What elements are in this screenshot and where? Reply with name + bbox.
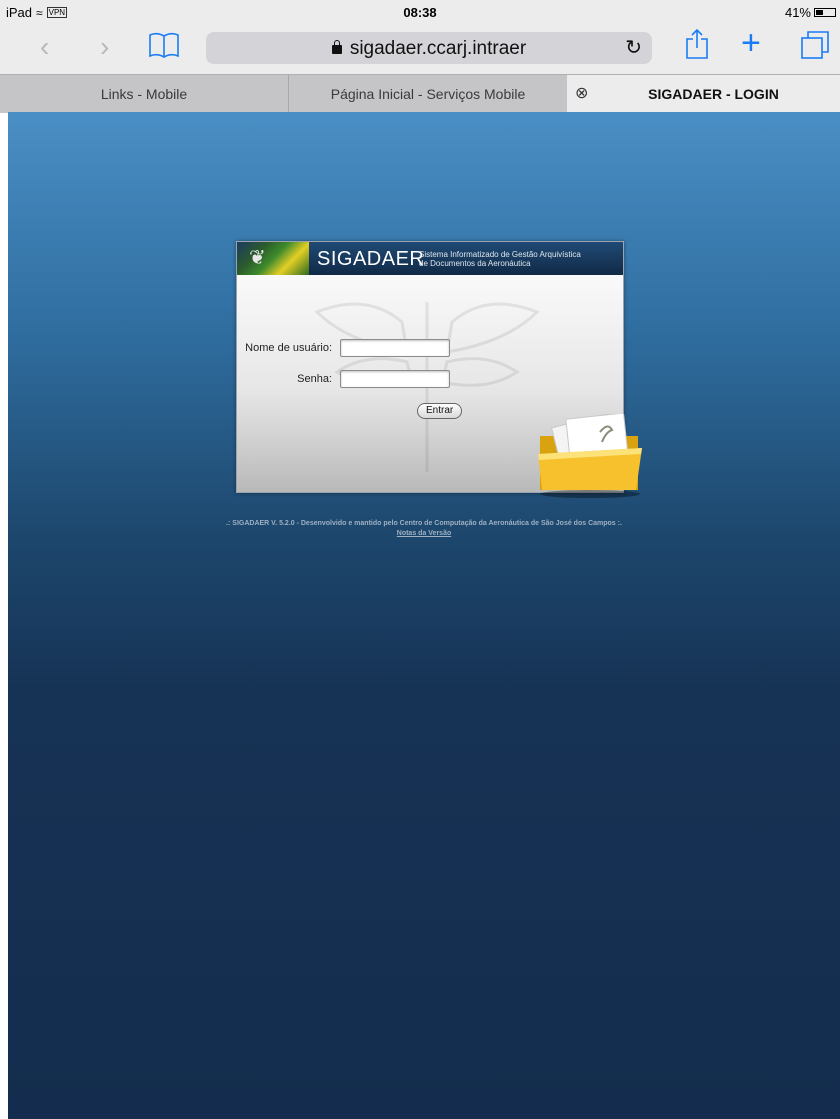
reload-icon[interactable]: ↻ <box>625 35 642 60</box>
status-right: 41% <box>785 5 836 20</box>
browser-toolbar: ‹ › sigadaer.ccarj.intraer ↻ + <box>0 24 840 74</box>
status-bar: iPad ≈ VPN 08:38 41% <box>0 0 840 24</box>
back-icon[interactable]: ‹ <box>40 32 49 62</box>
eagle-icon: ❦ <box>249 247 266 269</box>
battery-fill <box>816 10 824 15</box>
lock-icon <box>331 40 342 54</box>
login-header: ❦ SIGADAER Sistema Informatizado de Gest… <box>237 242 623 275</box>
tab-sigadaer-login[interactable]: ⊗ SIGADAER - LOGIN <box>567 75 840 113</box>
battery-icon <box>814 8 836 17</box>
password-input[interactable] <box>340 370 450 388</box>
brand-tagline: Sistema Informatizado de Gestão Arquivís… <box>419 250 619 268</box>
tab-links-mobile[interactable]: Links - Mobile <box>0 75 289 113</box>
battery-percent: 41% <box>784 5 811 20</box>
password-row: Senha: <box>237 370 450 388</box>
version-footer: .: SIGADAER V. 5.2.0 - Desenvolvido e ma… <box>226 520 622 527</box>
tagline-line-1: Sistema Informatizado de Gestão Arquivís… <box>419 250 581 259</box>
status-time: 08:38 <box>403 5 437 20</box>
tabs-bar: Links - Mobile Página Inicial - Serviços… <box>0 74 840 113</box>
login-button[interactable]: Entrar <box>417 403 463 419</box>
forward-icon[interactable]: › <box>100 32 109 62</box>
brazil-flag-emblem: ❦ <box>237 242 309 275</box>
tab-pagina-inicial[interactable]: Página Inicial - Serviços Mobile <box>289 75 567 113</box>
new-tab-icon[interactable]: + <box>741 26 761 60</box>
release-notes-link[interactable]: Notas da Versão <box>8 530 840 537</box>
address-bar[interactable]: sigadaer.ccarj.intraer ↻ <box>206 32 652 64</box>
tagline-line-2: de Documentos da Aeronáutica <box>419 259 531 268</box>
share-icon[interactable] <box>684 28 710 66</box>
bookmarks-icon[interactable] <box>148 31 180 65</box>
brand-name: SIGADAER <box>317 248 425 270</box>
username-label: Nome de usuário: <box>245 342 332 354</box>
close-tab-icon[interactable]: ⊗ <box>575 75 588 113</box>
url-display[interactable]: sigadaer.ccarj.intraer <box>206 38 652 60</box>
password-label: Senha: <box>297 373 332 385</box>
folder-icon <box>538 414 642 498</box>
tabs-icon[interactable] <box>800 30 830 66</box>
username-row: Nome de usuário: <box>237 339 450 357</box>
url-text: sigadaer.ccarj.intraer <box>349 38 527 59</box>
tab-label: Página Inicial - Serviços Mobile <box>330 86 526 102</box>
tab-label: SIGADAER - LOGIN <box>648 86 779 102</box>
username-input[interactable] <box>340 339 450 357</box>
tab-label: Links - Mobile <box>100 86 188 102</box>
web-page: ❦ SIGADAER Sistema Informatizado de Gest… <box>8 112 840 1119</box>
